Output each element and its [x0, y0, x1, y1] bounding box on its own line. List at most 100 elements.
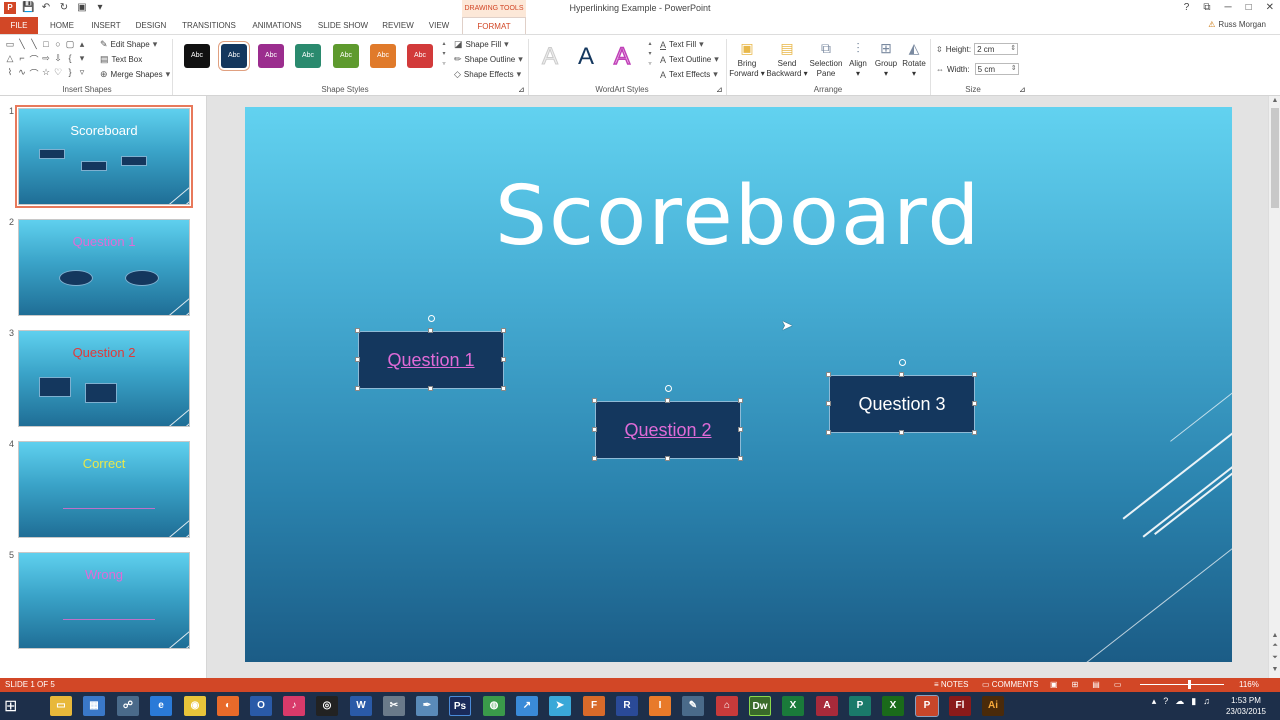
resize-handle[interactable]: [738, 427, 743, 432]
shape-style-swatch-5[interactable]: Abc: [333, 44, 359, 68]
send-backward-button[interactable]: ▤ Send Backward ▾: [766, 39, 808, 79]
reader-icon[interactable]: R: [616, 696, 638, 716]
powerpoint-logo-icon[interactable]: P: [4, 2, 16, 14]
pen-app-icon[interactable]: ✎: [682, 696, 704, 716]
arrow-shape-icon[interactable]: ⇩: [52, 53, 64, 64]
resize-handle[interactable]: [972, 430, 977, 435]
text-outline-button[interactable]: A Text Outline ▾: [660, 54, 719, 65]
shapes-gallery[interactable]: ▭ ╲ ╲ □ ○ ▢ ▴ △ ⌐ ⌒ ⇨ ⇩ { ▾ ⌇ ∿ ⌒ ☆ ♡ } …: [4, 39, 92, 79]
align-button[interactable]: ⫶ Align ▾: [846, 39, 870, 79]
resize-handle[interactable]: [899, 372, 904, 377]
internet-explorer-icon[interactable]: e: [150, 696, 172, 716]
media-player-icon[interactable]: ◎: [316, 696, 338, 716]
scroll-up-icon[interactable]: ▴: [76, 39, 88, 50]
resize-handle[interactable]: [665, 456, 670, 461]
shape-style-swatch-1[interactable]: Abc: [184, 44, 210, 68]
height-input[interactable]: 2 cm: [974, 43, 1019, 55]
help-tray-icon[interactable]: ?: [1163, 696, 1168, 707]
scroll-down-icon[interactable]: ▼: [1269, 666, 1280, 673]
line-shape-icon[interactable]: ╲: [28, 39, 40, 50]
resize-handle[interactable]: [355, 386, 360, 391]
connector-shape-icon[interactable]: ⌒: [28, 53, 40, 66]
chrome-icon[interactable]: ◉: [184, 696, 206, 716]
system-clock[interactable]: 1:53 PM 23/03/2015: [1226, 695, 1266, 717]
arrow-app-icon[interactable]: ➤: [549, 696, 571, 716]
slide-sorter-view-icon[interactable]: ⊞: [1072, 678, 1079, 692]
freeform-shape-icon[interactable]: ⌇: [4, 67, 16, 78]
resize-handle[interactable]: [428, 386, 433, 391]
text-fill-button[interactable]: A Text Fill ▾: [660, 39, 704, 50]
scroll-down-icon[interactable]: ▾: [76, 53, 88, 64]
shape-style-swatch-7[interactable]: Abc: [407, 44, 433, 68]
merge-shapes-button[interactable]: ⊕ Merge Shapes ▾: [100, 69, 170, 80]
arc-shape-icon[interactable]: ⌒: [28, 67, 40, 80]
rectangle-shape-icon[interactable]: □: [40, 39, 52, 49]
acrobat-icon[interactable]: ⌂: [716, 696, 738, 716]
flash-icon[interactable]: Fl: [949, 696, 971, 716]
resize-handle[interactable]: [501, 328, 506, 333]
slide-show-view-icon[interactable]: ▭: [1114, 678, 1122, 692]
tab-format[interactable]: FORMAT: [462, 17, 526, 34]
tab-view[interactable]: VIEW: [420, 17, 458, 34]
more-shapes-icon[interactable]: ▿: [76, 67, 88, 78]
slide-title[interactable]: Scoreboard: [495, 169, 979, 264]
user-account[interactable]: ⚠ Russ Morgan: [1208, 20, 1266, 29]
zoom-slider[interactable]: [1140, 680, 1224, 689]
excel-icon[interactable]: X: [782, 696, 804, 716]
close-icon[interactable]: ✕: [1266, 2, 1274, 13]
resize-handle[interactable]: [355, 328, 360, 333]
slide-thumbnail-3[interactable]: Question 2: [18, 330, 190, 427]
question-1-button[interactable]: Question 1: [358, 331, 504, 389]
tab-insert[interactable]: INSERT: [84, 17, 128, 34]
resize-handle[interactable]: [738, 398, 743, 403]
resize-handle[interactable]: [972, 372, 977, 377]
word-icon[interactable]: W: [350, 696, 372, 716]
resize-handle[interactable]: [665, 398, 670, 403]
zoom-level[interactable]: 116%: [1239, 678, 1259, 692]
rotation-handle-icon[interactable]: [665, 385, 672, 392]
publisher-icon[interactable]: P: [849, 696, 871, 716]
shape-style-swatch-2[interactable]: Abc: [218, 41, 250, 71]
shape-styles-gallery-scroll[interactable]: ▴ ▾ ▿: [440, 39, 448, 69]
heart-shape-icon[interactable]: ♡: [52, 67, 64, 78]
minimize-icon[interactable]: ─: [1224, 2, 1231, 13]
illustrator-tool-icon[interactable]: I: [649, 696, 671, 716]
comments-button[interactable]: ▭ COMMENTS: [982, 678, 1038, 692]
resize-handle[interactable]: [972, 401, 977, 406]
text-effects-button[interactable]: A Text Effects ▾: [660, 69, 718, 80]
tab-review[interactable]: REVIEW: [376, 17, 420, 34]
scroll-up-icon[interactable]: ▲: [1269, 632, 1280, 639]
firefox-icon[interactable]: ◐: [217, 696, 239, 716]
cloud-icon[interactable]: ☁: [1175, 696, 1184, 707]
shape-style-swatch-6[interactable]: Abc: [370, 44, 396, 68]
previous-slide-icon[interactable]: ⏶: [1269, 642, 1280, 650]
vertical-scrollbar[interactable]: ▲ ▲ ⏶ ⏷ ▼: [1268, 96, 1280, 678]
resize-handle[interactable]: [826, 401, 831, 406]
rounded-rect-shape-icon[interactable]: ▢: [64, 39, 76, 50]
resize-handle[interactable]: [592, 456, 597, 461]
oval-shape-icon[interactable]: ○: [52, 39, 64, 49]
star-shape-icon[interactable]: ☆: [40, 67, 52, 78]
start-from-beginning-icon[interactable]: ▣: [76, 2, 88, 14]
redo-icon[interactable]: ↻: [58, 2, 70, 14]
arrow-shape-icon[interactable]: ⇨: [40, 53, 52, 64]
snipping-tool-icon[interactable]: ✂: [383, 696, 405, 716]
xbox-icon[interactable]: X: [882, 696, 904, 716]
next-slide-icon[interactable]: ⏷: [1269, 654, 1280, 662]
outlook-icon[interactable]: O: [250, 696, 272, 716]
shape-style-swatch-4[interactable]: Abc: [295, 44, 321, 68]
rotation-handle-icon[interactable]: [899, 359, 906, 366]
curve-shape-icon[interactable]: ∿: [16, 67, 28, 78]
rotate-button[interactable]: ◭ Rotate ▾: [900, 39, 928, 79]
slide-thumbnail-5[interactable]: Wrong: [18, 552, 190, 649]
tab-home[interactable]: HOME: [40, 17, 84, 34]
question-2-button[interactable]: Question 2: [595, 401, 741, 459]
shape-styles-dialog-launcher-icon[interactable]: ⊿: [518, 85, 525, 94]
send-icon[interactable]: ↗: [516, 696, 538, 716]
shape-style-swatch-3[interactable]: Abc: [258, 44, 284, 68]
wordart-style-2[interactable]: A: [578, 43, 594, 71]
access-icon[interactable]: A: [816, 696, 838, 716]
edit-shape-button[interactable]: ✎ Edit Shape ▾: [100, 39, 157, 50]
wordart-style-3[interactable]: A: [613, 42, 631, 71]
wordart-style-1[interactable]: A: [541, 43, 558, 71]
